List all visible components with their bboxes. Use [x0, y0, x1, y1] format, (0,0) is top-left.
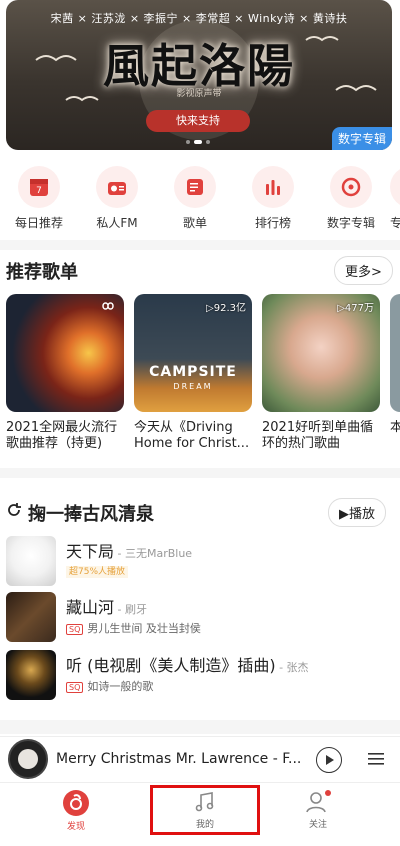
banner-pager [186, 140, 210, 144]
quick-label: 排行榜 [254, 216, 291, 230]
quick-label: 专 [390, 216, 400, 230]
playlist-card[interactable]: 2021全网最火流行歌曲推荐（持更) [6, 294, 124, 452]
song-meta: 超75%人播放 [66, 564, 129, 578]
playlist-queue-icon[interactable] [366, 749, 386, 769]
refresh-icon[interactable] [6, 502, 22, 518]
divider [0, 240, 400, 250]
quick-album[interactable]: 数字专辑 [312, 166, 390, 236]
song-title: 天下局 [66, 542, 115, 561]
section-title: 掬一捧古风清泉 [28, 504, 154, 525]
song-artist: - 张杰 [275, 661, 309, 674]
playlist-card[interactable]: ▷92.3亿 CAMPSITE DREAM 今天从《Driving Home f… [134, 294, 252, 452]
song-title-line: 听 (电视剧《美人制造》插曲) - 张杰 [66, 652, 309, 676]
playlist-title: 本 [390, 420, 400, 435]
playlist-cover: ▷477万 [262, 294, 380, 412]
album-icon [341, 177, 361, 197]
banner-credits: 宋茜 × 汪苏泷 × 李振宁 × 李常超 × Winky诗 × 黄诗扶 [50, 12, 348, 25]
banner[interactable]: 宋茜 × 汪苏泷 × 李振宁 × 李常超 × Winky诗 × 黄诗扶 風起洛陽… [6, 0, 392, 150]
playlist-title: 2021全网最火流行歌曲推荐（持更) [6, 420, 118, 451]
banner-subtitle: 影视原声带 [176, 89, 222, 99]
play-button[interactable] [316, 747, 342, 773]
playlist-card[interactable]: ▷477万 2021好听到单曲循环的热门歌曲 [262, 294, 380, 452]
playlist-card[interactable]: 本 [390, 294, 400, 452]
song-artist: - 刷牙 [114, 603, 147, 616]
song-lyric: 如诗一般的歌 [87, 680, 154, 693]
cover-art-text: CAMPSITE [149, 364, 237, 380]
playlist-row: 2021全网最火流行歌曲推荐（持更) ▷92.3亿 CAMPSITE DREAM… [6, 294, 400, 452]
song-lyric: 男儿生世间 及壮当封侯 [87, 622, 201, 635]
playlist-cover [6, 294, 124, 412]
playlist-title: 2021好听到单曲循环的热门歌曲 [262, 420, 374, 451]
divider [0, 720, 400, 734]
playlist-cover [390, 294, 400, 412]
tab-label: 发现 [66, 822, 85, 832]
banner-tag: 数字专辑 [331, 127, 392, 150]
svg-text:7: 7 [36, 186, 42, 196]
playlist-cover: ▷92.3亿 CAMPSITE DREAM [134, 294, 252, 412]
quick-label: 每日推荐 [14, 216, 63, 230]
song-row[interactable]: 天下局 - 三无MarBlue 超75%人播放 [6, 536, 386, 592]
tab-label: 关注 [308, 820, 327, 830]
friends-icon [306, 790, 331, 813]
quick-playlist[interactable]: 歌单 [156, 166, 234, 236]
play-count: ▷477万 [337, 303, 374, 314]
hot-badge: 超75%人播放 [66, 566, 129, 578]
play-count: ▷92.3亿 [206, 303, 246, 314]
quick-chart[interactable]: 排行榜 [234, 166, 312, 236]
song-row[interactable]: 藏山河 - 刷牙 SQ 男儿生世间 及壮当封侯 [6, 592, 386, 648]
tab-discover[interactable]: 发现 [46, 789, 106, 832]
quick-label: 歌单 [182, 216, 207, 230]
chart-icon [266, 180, 280, 195]
song-artist: - 三无MarBlue [114, 547, 193, 560]
play-all-button[interactable]: ▶播放 [328, 498, 386, 527]
cover-art-text: DREAM [173, 382, 213, 391]
section-title: 推荐歌单 [6, 262, 78, 283]
quick-nav: 7 每日推荐 私人FM 歌单 排行榜 数字专辑 专 [0, 166, 400, 236]
calendar-icon: 7 [30, 179, 48, 196]
tab-follow[interactable]: 关注 [288, 789, 348, 830]
song-title-line: 藏山河 - 刷牙 [66, 594, 147, 618]
now-playing-title: Merry Christmas Mr. Lawrence - F... [56, 751, 302, 767]
quick-daily[interactable]: 7 每日推荐 [0, 166, 78, 236]
quick-label: 私人FM [96, 216, 138, 230]
quick-more[interactable]: 专 [390, 166, 400, 236]
song-title: 听 (电视剧《美人制造》插曲) [66, 656, 276, 675]
netease-logo-icon [63, 790, 89, 816]
more-button[interactable]: 更多> [334, 256, 393, 285]
support-button[interactable]: 快来支持 [146, 110, 250, 132]
divider [0, 468, 400, 478]
playlist-icon [187, 179, 203, 195]
quick-label: 数字专辑 [326, 216, 375, 230]
song-meta: SQ 如诗一般的歌 [66, 678, 153, 694]
highlight-box [150, 785, 260, 835]
song-meta: SQ 男儿生世间 及壮当封侯 [66, 620, 201, 636]
song-cover [6, 536, 56, 586]
sq-badge: SQ [66, 682, 84, 693]
infinity-icon [102, 302, 114, 310]
quick-fm[interactable]: 私人FM [78, 166, 156, 236]
song-title: 藏山河 [66, 598, 115, 617]
mini-player[interactable]: Merry Christmas Mr. Lawrence - F... [0, 736, 400, 782]
radio-icon [108, 182, 126, 195]
now-playing-cover [8, 739, 48, 779]
song-row[interactable]: 听 (电视剧《美人制造》插曲) - 张杰 SQ 如诗一般的歌 [6, 650, 386, 706]
song-title-line: 天下局 - 三无MarBlue [66, 538, 192, 562]
song-cover [6, 592, 56, 642]
sq-badge: SQ [66, 624, 84, 635]
playlist-title: 今天从《Driving Home for Christ... [134, 420, 250, 451]
song-cover [6, 650, 56, 700]
